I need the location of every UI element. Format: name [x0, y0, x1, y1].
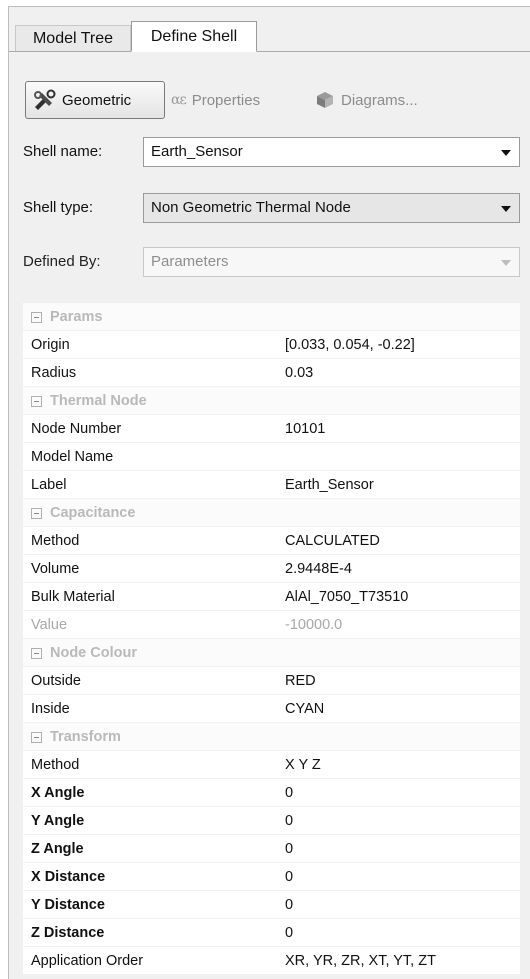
properties-button[interactable]: αε Properties [171, 81, 311, 119]
property-value[interactable]: [0.033, 0.054, -0.22] [285, 331, 415, 359]
chevron-down-icon[interactable] [501, 150, 511, 156]
property-key: Method [31, 757, 80, 773]
property-row-x-angle[interactable]: X Angle 0 [23, 779, 520, 807]
property-key: Method [31, 533, 80, 549]
shell-toolbar: Geometric αε Properties Diagrams... [25, 81, 520, 119]
collapse-icon[interactable] [31, 395, 42, 407]
scissors-tools-icon [34, 89, 56, 110]
property-row-y-angle[interactable]: Y Angle 0 [23, 807, 520, 835]
diagrams-label: Diagrams... [341, 91, 418, 109]
property-value[interactable]: XR, YR, ZR, XT, YT, ZT [285, 947, 436, 975]
defined-by-row: Defined By: Parameters [23, 247, 520, 279]
section-node-colour[interactable]: Node Colour [23, 639, 520, 667]
alpha-epsilon-icon: αε [171, 92, 187, 108]
properties-label: Properties [191, 91, 261, 109]
tab-bar: Model Tree Define Shell [9, 7, 530, 52]
section-thermal-node[interactable]: Thermal Node [23, 387, 520, 415]
property-value[interactable]: RED [285, 667, 316, 695]
shell-type-combobox[interactable]: Non Geometric Thermal Node [143, 193, 520, 223]
shell-name-combobox[interactable]: Earth_Sensor [143, 137, 520, 167]
property-row-y-distance[interactable]: Y Distance 0 [23, 891, 520, 919]
shell-name-label: Shell name: [23, 143, 103, 160]
property-key: Value [31, 617, 68, 633]
property-key: Bulk Material [31, 589, 115, 605]
property-key: Radius [31, 365, 77, 381]
property-key: X Angle [31, 785, 85, 801]
geometric-button[interactable]: Geometric [25, 81, 165, 119]
property-value[interactable]: 0 [285, 835, 293, 863]
property-row-value: Value -10000.0 [23, 611, 520, 639]
define-shell-panel: Model Tree Define Shell Geometric αε Pro… [8, 6, 530, 979]
property-value[interactable]: CYAN [285, 695, 324, 723]
property-row-z-distance[interactable]: Z Distance 0 [23, 919, 520, 947]
property-row-z-angle[interactable]: Z Angle 0 [23, 835, 520, 863]
geometric-label: Geometric [62, 91, 132, 109]
shell-type-label: Shell type: [23, 199, 94, 216]
defined-by-label: Defined By: [23, 253, 101, 270]
property-key: Outside [31, 673, 81, 689]
property-value[interactable]: Earth_Sensor [285, 471, 374, 499]
property-row-origin[interactable]: Origin [0.033, 0.054, -0.22] [23, 331, 520, 359]
tab-model-tree[interactable]: Model Tree [15, 25, 131, 51]
property-key: Origin [31, 337, 70, 353]
collapse-icon[interactable] [31, 507, 42, 519]
property-row-inside[interactable]: Inside CYAN [23, 695, 520, 723]
property-value[interactable]: 10101 [285, 415, 325, 443]
property-row-radius[interactable]: Radius 0.03 [23, 359, 520, 387]
property-value[interactable]: 0 [285, 779, 293, 807]
property-row-method[interactable]: Method CALCULATED [23, 527, 520, 555]
property-key: X Distance [31, 869, 106, 885]
property-row-transform-method[interactable]: Method X Y Z [23, 751, 520, 779]
collapse-icon[interactable] [31, 311, 42, 323]
property-key: Application Order [31, 953, 144, 969]
property-row-application-order[interactable]: Application Order XR, YR, ZR, XT, YT, ZT [23, 947, 520, 975]
property-key: Volume [31, 561, 80, 577]
section-params[interactable]: Params [23, 303, 520, 331]
property-value[interactable]: 0 [285, 891, 293, 919]
shell-name-value: Earth_Sensor [151, 143, 243, 160]
property-value[interactable]: 0.03 [285, 359, 313, 387]
property-key: Model Name [31, 449, 114, 465]
property-row-bulk-material[interactable]: Bulk Material AlAl_7050_T73510 [23, 583, 520, 611]
property-row-label[interactable]: Label Earth_Sensor [23, 471, 520, 499]
property-value[interactable]: CALCULATED [285, 527, 380, 555]
section-capacitance[interactable]: Capacitance [23, 499, 520, 527]
property-grid: Params Origin [0.033, 0.054, -0.22] Radi… [23, 303, 520, 975]
property-key: Inside [31, 701, 70, 717]
cube-icon [317, 92, 333, 108]
defined-by-combobox[interactable]: Parameters [143, 247, 520, 277]
property-value[interactable]: 0 [285, 807, 293, 835]
chevron-down-icon[interactable] [501, 260, 511, 266]
property-key: Node Number [31, 421, 122, 437]
shell-type-row: Shell type: Non Geometric Thermal Node [23, 193, 520, 225]
defined-by-value: Parameters [151, 253, 229, 270]
shell-name-row: Shell name: Earth_Sensor [23, 137, 520, 169]
collapse-icon[interactable] [31, 647, 42, 659]
property-key: Z Distance [31, 925, 105, 941]
property-value[interactable]: 0 [285, 863, 293, 891]
collapse-icon[interactable] [31, 731, 42, 743]
shell-type-value: Non Geometric Thermal Node [151, 199, 351, 216]
property-row-x-distance[interactable]: X Distance 0 [23, 863, 520, 891]
tab-define-shell[interactable]: Define Shell [131, 21, 257, 52]
property-key: Y Distance [31, 897, 105, 913]
property-key: Z Angle [31, 841, 84, 857]
property-value[interactable]: AlAl_7050_T73510 [285, 583, 408, 611]
property-row-outside[interactable]: Outside RED [23, 667, 520, 695]
property-row-model-name[interactable]: Model Name [23, 443, 520, 471]
property-value[interactable]: 2.9448E-4 [285, 555, 352, 583]
property-value[interactable]: X Y Z [285, 751, 321, 779]
property-key: Label [31, 477, 67, 493]
property-value[interactable]: 0 [285, 919, 293, 947]
chevron-down-icon[interactable] [501, 206, 511, 212]
property-key: Y Angle [31, 813, 85, 829]
property-row-node-number[interactable]: Node Number 10101 [23, 415, 520, 443]
property-row-volume[interactable]: Volume 2.9448E-4 [23, 555, 520, 583]
diagrams-button[interactable]: Diagrams... [315, 81, 465, 119]
property-value: -10000.0 [285, 617, 343, 633]
section-transform[interactable]: Transform [23, 723, 520, 751]
